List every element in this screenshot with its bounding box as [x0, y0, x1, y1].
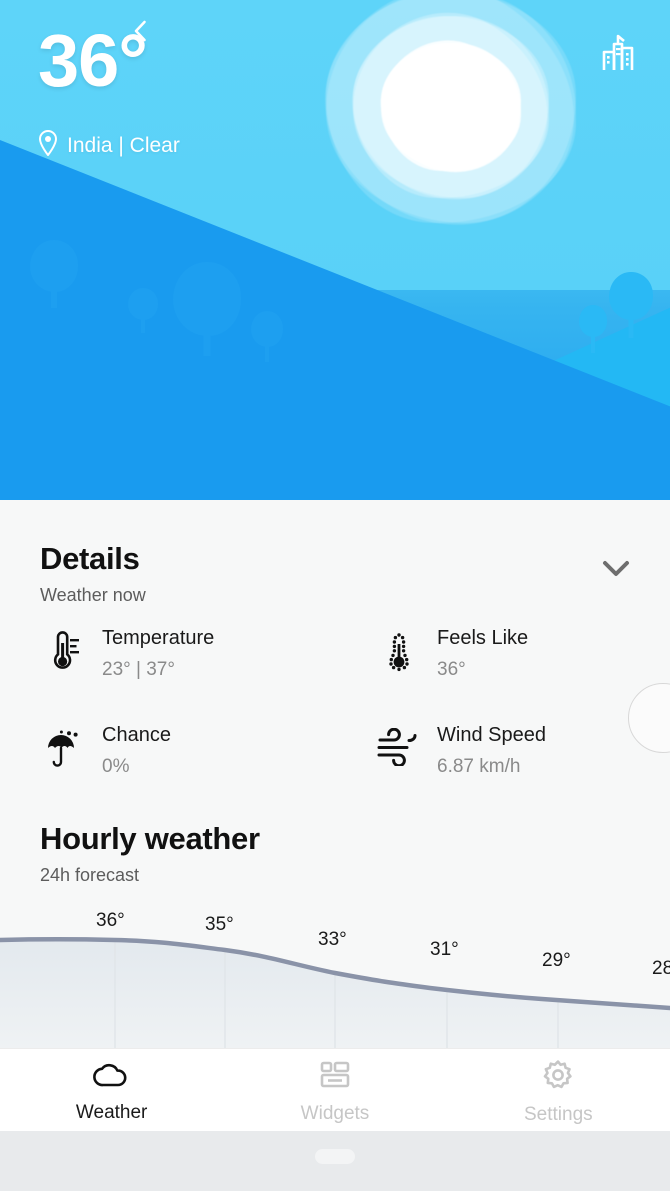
- city-buildings-icon[interactable]: [596, 30, 640, 74]
- gear-icon: [541, 1058, 575, 1097]
- detail-value: 36°: [437, 659, 466, 680]
- details-header: Details Weather now: [40, 541, 146, 606]
- weather-app-screen: 36° India | Clear Details Weather now Te…: [0, 0, 670, 1191]
- location-label: India | Clear: [67, 133, 180, 157]
- details-sheet: Details Weather now Temperature 23° | 37…: [0, 500, 670, 1048]
- home-pill[interactable]: [315, 1149, 355, 1164]
- nav-label: Weather: [75, 1102, 148, 1123]
- tree: [172, 262, 242, 356]
- detail-value: 0%: [102, 756, 130, 777]
- location-pin-icon: [38, 129, 58, 161]
- chart-point-label: 36°: [96, 910, 125, 931]
- tree: [250, 311, 284, 362]
- detail-label: Feels Like: [437, 627, 529, 649]
- detail-item-chance: Chance 0%: [0, 722, 335, 819]
- detail-label: Temperature: [102, 627, 215, 649]
- chart-point-label: 31°: [430, 939, 459, 960]
- hill-front: [0, 140, 670, 500]
- details-title: Details: [40, 541, 140, 576]
- nav-label: Widgets: [300, 1103, 370, 1124]
- location-row[interactable]: India | Clear: [38, 129, 180, 161]
- hourly-header: Hourly weather 24h forecast: [40, 821, 260, 886]
- hourly-title: Hourly weather: [40, 821, 260, 856]
- nav-item-widgets[interactable]: Widgets: [223, 1049, 446, 1131]
- detail-value: 23° | 37°: [102, 659, 175, 680]
- widgets-grid-icon: [317, 1059, 353, 1096]
- chart-point-label: 29°: [542, 950, 571, 971]
- details-grid: Temperature 23° | 37° Feels Like 36° Cha…: [0, 625, 670, 819]
- detail-label: Chance: [102, 724, 171, 746]
- tree: [29, 240, 79, 308]
- tree: [608, 272, 654, 338]
- chart-point-label: 28°: [652, 958, 670, 979]
- feels-like-thermometer-icon: [375, 625, 423, 673]
- tree: [578, 305, 608, 353]
- nav-label: Settings: [523, 1104, 593, 1125]
- cloud-icon: [92, 1060, 132, 1095]
- detail-item-feels-like: Feels Like 36°: [335, 625, 670, 722]
- details-row: Temperature 23° | 37° Feels Like 36°: [0, 625, 670, 722]
- chart-point-label: 33°: [318, 929, 347, 950]
- detail-item-wind-speed: Wind Speed 6.87 km/h: [335, 722, 670, 819]
- wind-icon: [375, 722, 423, 766]
- hourly-subtitle: 24h forecast: [40, 865, 140, 885]
- detail-item-temperature: Temperature 23° | 37°: [0, 625, 335, 722]
- chevron-down-icon[interactable]: [592, 548, 640, 588]
- tree: [127, 288, 159, 333]
- umbrella-rain-icon: [40, 722, 88, 770]
- detail-value: 6.87 km/h: [437, 756, 521, 777]
- chevron-left-icon[interactable]: [128, 18, 154, 44]
- nav-item-weather[interactable]: Weather: [0, 1049, 223, 1131]
- details-subtitle: Weather now: [40, 585, 146, 605]
- bottom-navigation: Weather Widgets Settings: [0, 1048, 670, 1131]
- detail-label: Wind Speed: [437, 724, 546, 746]
- thermometer-icon: [40, 625, 88, 671]
- hero-section: 36° India | Clear: [0, 0, 670, 500]
- chart-point-label: 35°: [205, 914, 234, 935]
- details-row: Chance 0% Wind Speed 6.87 km/h: [0, 722, 670, 819]
- nav-item-settings[interactable]: Settings: [447, 1049, 670, 1131]
